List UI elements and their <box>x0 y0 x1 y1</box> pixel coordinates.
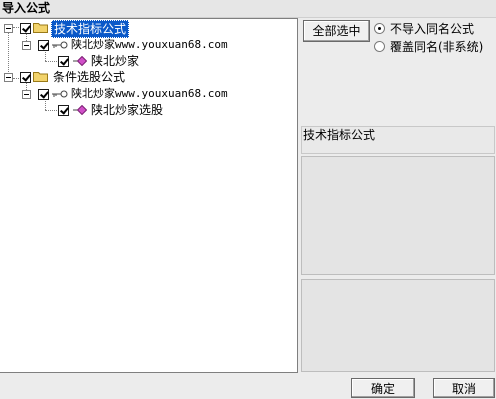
formula-diamond-icon <box>73 105 87 115</box>
collapse-toggle-icon[interactable] <box>4 24 13 33</box>
tree-node-label: 陕北炒家www.youxuan68.com <box>71 38 228 51</box>
window-title: 导入公式 <box>2 1 51 15</box>
tree-node-label: 陕北炒家www.youxuan68.com <box>71 87 228 100</box>
node-checkbox[interactable] <box>58 105 69 116</box>
key-icon <box>52 41 68 49</box>
radio-button[interactable] <box>374 23 385 34</box>
tree-leaf-formula[interactable]: 陕北炒家选股 <box>0 102 298 118</box>
formula-info-panel <box>301 156 495 275</box>
node-checkbox[interactable] <box>38 89 49 100</box>
ok-button[interactable]: 确定 <box>351 378 415 398</box>
collapse-toggle-icon[interactable] <box>22 90 31 99</box>
tree-node-label: 条件选股公式 <box>53 70 126 84</box>
radio-button[interactable] <box>374 41 385 52</box>
folder-icon <box>33 23 48 33</box>
tree-node-label: 陕北炒家选股 <box>91 103 164 117</box>
tree-node-technical-indicators[interactable]: 技术指标公式 <box>0 20 298 38</box>
node-checkbox[interactable] <box>38 40 49 51</box>
formula-diamond-icon <box>73 56 87 66</box>
tree-leaf-formula[interactable]: 陕北炒家 <box>0 53 298 69</box>
folder-icon <box>33 72 48 82</box>
formula-category-panel: 技术指标公式 <box>301 126 495 154</box>
title-bar: 导入公式 <box>0 0 496 18</box>
node-checkbox[interactable] <box>20 23 31 34</box>
collapse-toggle-icon[interactable] <box>4 73 13 82</box>
cancel-button[interactable]: 取消 <box>433 378 495 398</box>
key-icon <box>52 90 68 98</box>
radio-option-no-import[interactable]: 不导入同名公式 <box>374 21 494 37</box>
tree-node-stock-selection[interactable]: 条件选股公式 <box>0 69 298 85</box>
formula-tree[interactable]: 技术指标公式 陕北炒家www.youxuan68.com 陕北炒家 条件选股公式 <box>0 18 298 373</box>
formula-category-label: 技术指标公式 <box>303 128 376 142</box>
radio-option-overwrite[interactable]: 覆盖同名(非系统) <box>374 39 494 55</box>
formula-description-panel <box>301 279 495 372</box>
tree-node-author[interactable]: 陕北炒家www.youxuan68.com <box>0 37 298 53</box>
collapse-toggle-icon[interactable] <box>22 41 31 50</box>
tree-node-label: 陕北炒家 <box>91 54 140 68</box>
tree-node-label: 技术指标公式 <box>51 20 130 38</box>
select-all-button[interactable]: 全部选中 <box>303 20 370 42</box>
node-checkbox[interactable] <box>20 72 31 83</box>
node-checkbox[interactable] <box>58 56 69 67</box>
radio-label: 不导入同名公式 <box>390 22 475 36</box>
tree-node-author[interactable]: 陕北炒家www.youxuan68.com <box>0 86 298 102</box>
radio-label: 覆盖同名(非系统) <box>390 40 484 54</box>
